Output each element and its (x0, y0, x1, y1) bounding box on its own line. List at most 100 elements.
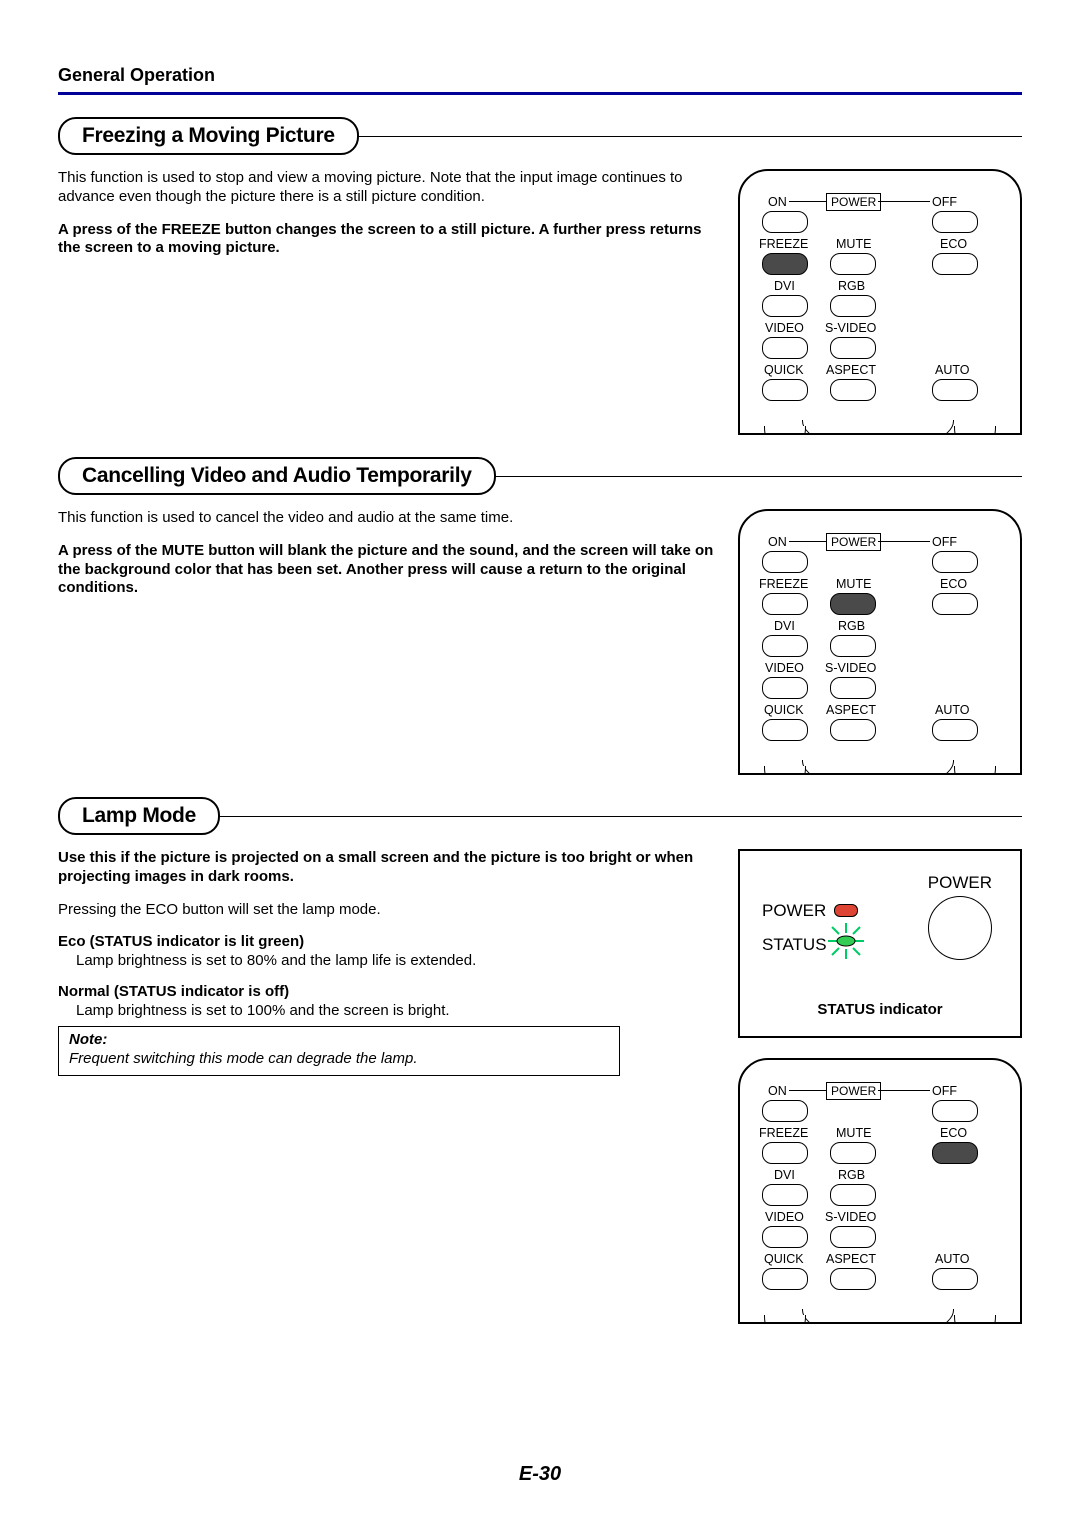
auto-label: AUTO (935, 363, 970, 377)
freeze-button (762, 253, 808, 275)
video-button (762, 1226, 808, 1248)
paragraph: This function is used to cancel the vide… (58, 509, 718, 528)
power-label: POWER (826, 533, 881, 551)
on-button (762, 1100, 808, 1122)
note-title: Note: (69, 1031, 609, 1050)
off-button (932, 211, 978, 233)
off-label: OFF (932, 1084, 957, 1098)
dvi-label: DVI (774, 279, 795, 293)
on-label: ON (768, 535, 787, 549)
section-mute: Cancelling Video and Audio Temporarily T… (58, 457, 1022, 775)
paragraph-bold: A press of the FREEZE button changes the… (58, 221, 718, 259)
on-button (762, 211, 808, 233)
indicator-panel: POWER POWER STATUS (738, 849, 1022, 1038)
power-led-icon (834, 904, 858, 917)
quick-label: QUICK (764, 1252, 804, 1266)
aspect-label: ASPECT (826, 1252, 876, 1266)
auto-label: AUTO (935, 703, 970, 717)
section-freeze: Freezing a Moving Picture This function … (58, 117, 1022, 435)
paragraph-bold: Use this if the picture is projected on … (58, 849, 718, 887)
aspect-button (830, 379, 876, 401)
note-box: Note: Frequent switching this mode can d… (58, 1026, 620, 1076)
status-led-star-icon (826, 921, 866, 961)
svideo-button (830, 677, 876, 699)
dvi-button (762, 1184, 808, 1206)
remote-diagram-eco: ON POWER OFF FREEZE MUTE ECO DVI RGB VID… (738, 1058, 1022, 1324)
svideo-label: S-VIDEO (825, 661, 876, 675)
paragraph: This function is used to stop and view a… (58, 169, 718, 207)
rule-line (494, 476, 1022, 477)
dvi-label: DVI (774, 1168, 795, 1182)
eco-label: ECO (940, 237, 967, 251)
mute-label: MUTE (836, 1126, 871, 1140)
normal-heading: Normal (STATUS indicator is off) (58, 983, 289, 1000)
eco-heading: Eco (STATUS indicator is lit green) (58, 933, 304, 950)
right-arc (954, 1315, 996, 1324)
power-label: POWER (826, 193, 881, 211)
dvi-label: DVI (774, 619, 795, 633)
off-label: OFF (932, 535, 957, 549)
eco-body: Lamp brightness is set to 80% and the la… (76, 952, 718, 971)
dpad-arc (802, 760, 954, 775)
rule-line (218, 816, 1022, 817)
rule-line (357, 136, 1022, 137)
section-lamp: Lamp Mode Use this if the picture is pro… (58, 797, 1022, 1324)
svideo-label: S-VIDEO (825, 321, 876, 335)
section-header: General Operation (58, 65, 1022, 95)
page-number: E-30 (0, 1463, 1080, 1486)
quick-button (762, 1268, 808, 1290)
mute-button (830, 253, 876, 275)
video-button (762, 677, 808, 699)
mute-label: MUTE (836, 577, 871, 591)
aspect-label: ASPECT (826, 703, 876, 717)
quick-button (762, 719, 808, 741)
section-title: Lamp Mode (58, 797, 220, 835)
right-arc (954, 426, 996, 435)
eco-button (932, 1142, 978, 1164)
remote-diagram-mute: ON POWER OFF FREEZE MUTE ECO DVI RGB VID… (738, 509, 1022, 775)
rgb-label: RGB (838, 619, 865, 633)
status-indicator-label: STATUS indicator (740, 1001, 1020, 1018)
rgb-label: RGB (838, 1168, 865, 1182)
auto-label: AUTO (935, 1252, 970, 1266)
quick-label: QUICK (764, 703, 804, 717)
dvi-button (762, 635, 808, 657)
freeze-label: FREEZE (759, 577, 808, 591)
freeze-button (762, 593, 808, 615)
aspect-button (830, 1268, 876, 1290)
freeze-label: FREEZE (759, 1126, 808, 1140)
eco-button (932, 593, 978, 615)
power-label-left: POWER (762, 901, 826, 921)
on-label: ON (768, 1084, 787, 1098)
video-label: VIDEO (765, 1210, 804, 1224)
eco-button (932, 253, 978, 275)
auto-button (932, 1268, 978, 1290)
remote-diagram-freeze: ON POWER OFF FREEZE MUTE ECO DVI RGB VID… (738, 169, 1022, 435)
rgb-button (830, 1184, 876, 1206)
normal-body: Lamp brightness is set to 100% and the s… (76, 1002, 718, 1021)
dvi-button (762, 295, 808, 317)
right-arc (954, 766, 996, 775)
eco-label: ECO (940, 577, 967, 591)
section-title: Freezing a Moving Picture (58, 117, 359, 155)
on-button (762, 551, 808, 573)
power-label-top: POWER (928, 873, 992, 893)
power-button-circle (928, 896, 992, 960)
svideo-label: S-VIDEO (825, 1210, 876, 1224)
off-button (932, 551, 978, 573)
rgb-label: RGB (838, 279, 865, 293)
video-label: VIDEO (765, 661, 804, 675)
dpad-arc (802, 420, 954, 435)
on-label: ON (768, 195, 787, 209)
svideo-button (830, 1226, 876, 1248)
eco-label: ECO (940, 1126, 967, 1140)
mute-button (830, 1142, 876, 1164)
paragraph: Pressing the ECO button will set the lam… (58, 901, 718, 920)
power-label: POWER (826, 1082, 881, 1100)
quick-label: QUICK (764, 363, 804, 377)
dpad-arc (802, 1309, 954, 1324)
note-body: Frequent switching this mode can degrade… (69, 1050, 609, 1069)
mute-label: MUTE (836, 237, 871, 251)
quick-button (762, 379, 808, 401)
auto-button (932, 379, 978, 401)
